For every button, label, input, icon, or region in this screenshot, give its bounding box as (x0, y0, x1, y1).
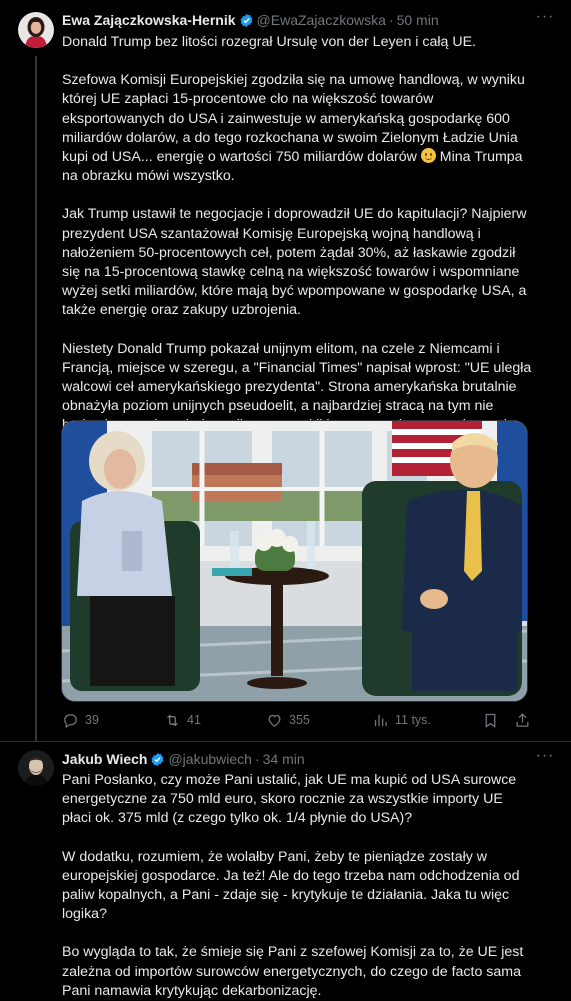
tweet-header: Jakub Wiech @jakubwiech · 34 min ··· (62, 748, 555, 769)
author-name[interactable]: Ewa Zajączkowska-Hernik (62, 12, 236, 28)
more-options-icon[interactable]: ··· (535, 748, 555, 769)
share-icon (516, 712, 529, 727)
tweet-paragraph: Jak Trump ustawił te negocjacje i doprow… (62, 206, 527, 319)
tweet-1[interactable]: Ewa Zajączkowska-Hernik @EwaZajaczkowska… (0, 0, 571, 742)
bookmark-button[interactable] (482, 710, 499, 730)
separator-dot: · (254, 751, 260, 767)
more-options-icon[interactable]: ··· (535, 9, 555, 30)
tweet-text: Donald Trump bez litości rozegrał Ursulę… (62, 33, 532, 436)
tweet-paragraph: Bo wygląda to tak, że śmieje się Pani z … (62, 944, 524, 999)
author-handle[interactable]: @jakubwiech (168, 751, 251, 767)
views-count: 11 tys. (395, 713, 431, 727)
tweet-paragraph: Szefowa Komisji Europejskiej zgodziła si… (62, 71, 532, 186)
like-button[interactable]: 355 (266, 710, 310, 730)
like-icon (268, 714, 281, 727)
tweet-text: Pani Posłanko, czy może Pani ustalić, ja… (62, 771, 532, 1001)
reply-count: 39 (85, 713, 99, 727)
tweet-paragraph: Pani Posłanko, czy może Pani ustalić, ja… (62, 772, 517, 827)
tweet-actions: 39 41 355 11 tys. (62, 710, 532, 730)
avatar-jakub[interactable] (18, 750, 54, 786)
repost-count: 41 (187, 713, 201, 727)
separator-dot: · (388, 12, 394, 28)
reply-icon (64, 713, 77, 728)
tweet-photo[interactable] (61, 420, 528, 702)
avatar-ewa[interactable] (18, 12, 54, 48)
bookmark-icon (485, 713, 496, 728)
views-button[interactable]: 11 tys. (372, 710, 431, 730)
repost-button[interactable]: 41 (164, 710, 201, 730)
share-button[interactable] (514, 710, 531, 730)
verified-badge-icon (240, 13, 252, 27)
like-count: 355 (289, 713, 310, 727)
tweet-paragraph: Donald Trump bez litości rozegrał Ursulę… (62, 34, 476, 50)
timestamp[interactable]: 50 min (397, 12, 439, 28)
verified-badge-icon (152, 752, 164, 766)
repost-icon (167, 714, 178, 726)
views-icon (374, 714, 387, 726)
author-name[interactable]: Jakub Wiech (62, 751, 147, 767)
thread-connector-line (35, 56, 37, 742)
tweet-header: Ewa Zajączkowska-Hernik @EwaZajaczkowska… (62, 9, 555, 30)
author-handle[interactable]: @EwaZajaczkowska (257, 12, 386, 28)
tweet-2[interactable]: Jakub Wiech @jakubwiech · 34 min ··· Pan… (0, 742, 571, 999)
tweet-paragraph: W dodatku, rozumiem, że wolałby Pani, że… (62, 848, 520, 923)
timestamp[interactable]: 34 min (263, 751, 305, 767)
slightly-smiling-face-emoji (420, 148, 436, 164)
reply-button[interactable]: 39 (62, 710, 99, 730)
